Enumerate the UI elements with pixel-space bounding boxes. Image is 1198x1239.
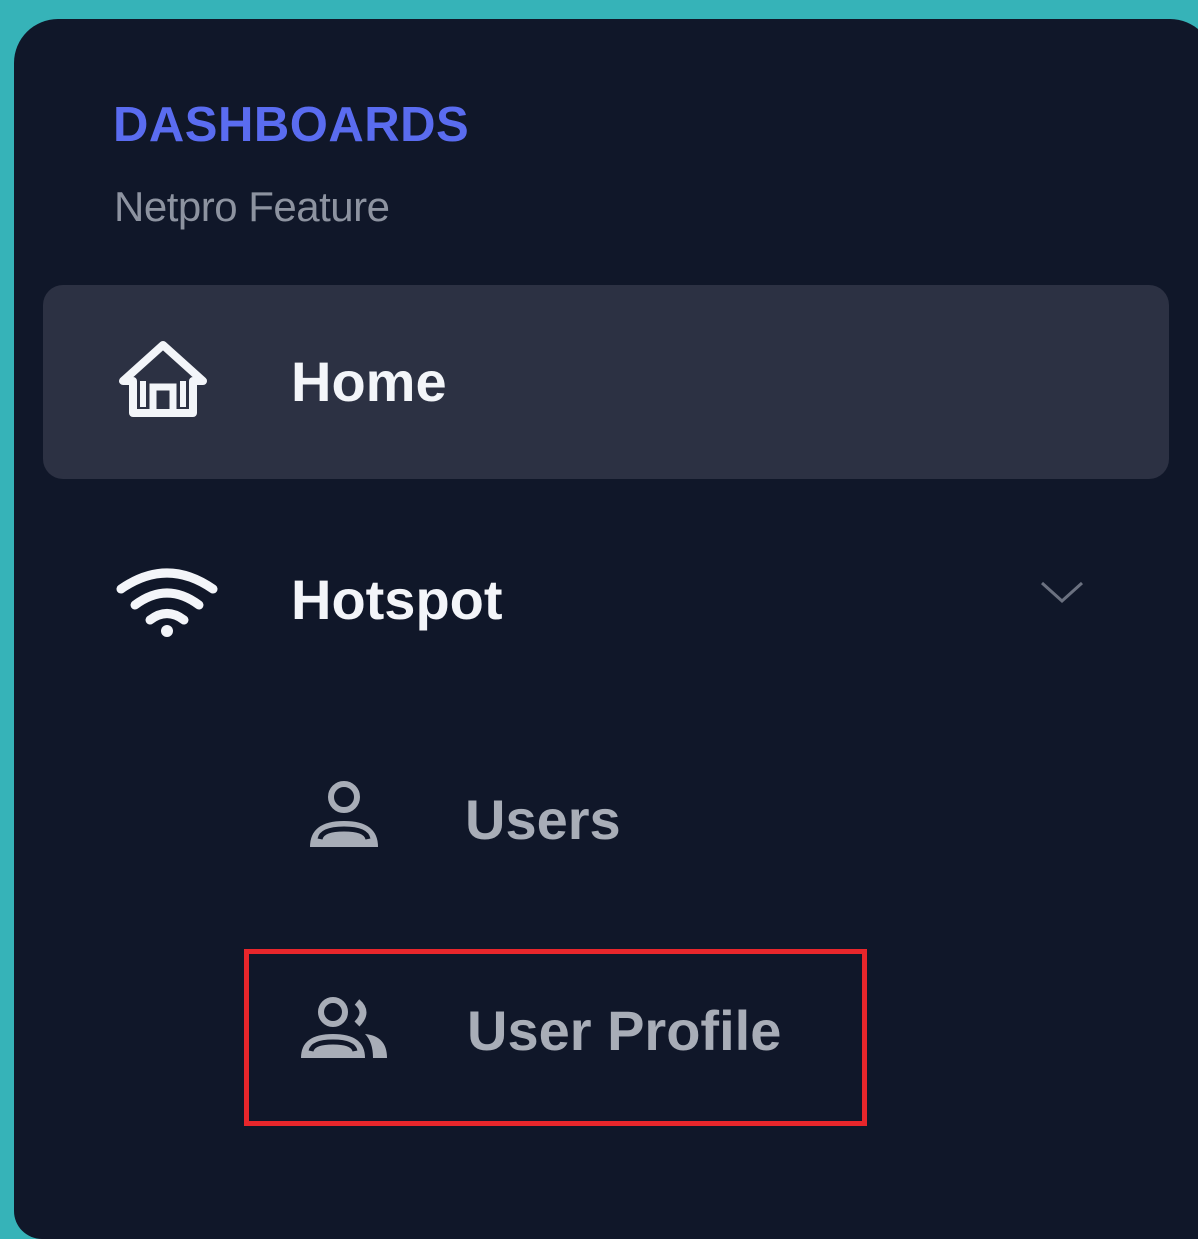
chevron-down-icon[interactable] (1038, 577, 1086, 612)
sidebar-item-home[interactable]: Home (43, 285, 1169, 479)
sidebar-item-label: Hotspot (291, 568, 503, 631)
section-title: DASHBOARDS (113, 98, 470, 152)
sidebar-item-label: Home (291, 350, 447, 413)
sidebar-item-label: User Profile (467, 999, 782, 1062)
sidebar-panel: DASHBOARDS Netpro Feature Home Hotspot U… (14, 19, 1198, 1239)
wifi-icon (115, 567, 219, 642)
sidebar-subitem-users[interactable]: Users (274, 759, 834, 889)
user-group-icon (299, 996, 391, 1067)
user-icon (306, 779, 382, 856)
sidebar-subitem-user-profile[interactable]: User Profile (244, 949, 867, 1126)
section-subtitle: Netpro Feature (114, 183, 390, 230)
home-icon (119, 341, 207, 422)
sidebar-item-hotspot[interactable]: Hotspot (43, 519, 1169, 675)
sidebar-item-label: Users (465, 788, 621, 851)
